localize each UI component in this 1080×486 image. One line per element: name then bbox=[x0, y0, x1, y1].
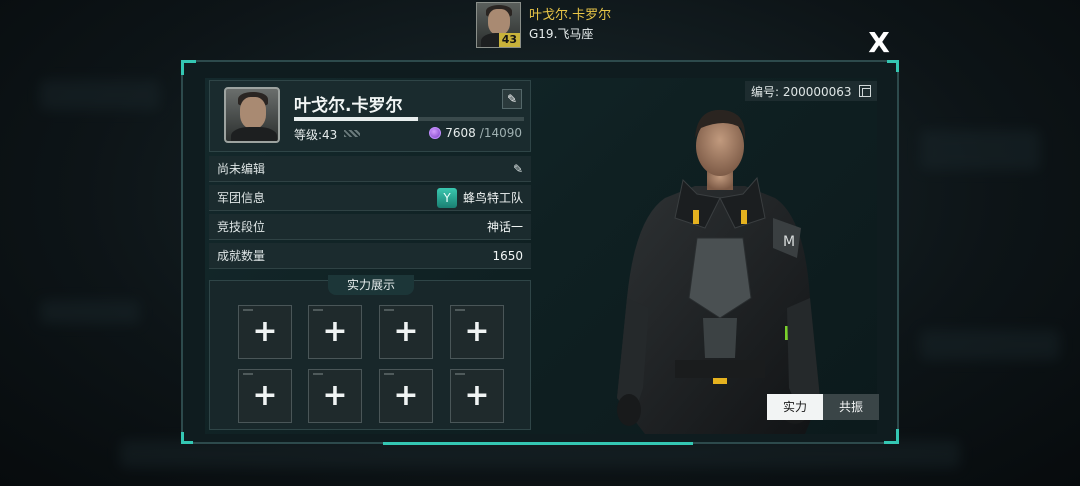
player-name: 叶戈尔.卡罗尔 bbox=[294, 96, 403, 116]
top-player-header[interactable]: 43 叶戈尔.卡罗尔 G19.飞马座 bbox=[476, 2, 611, 48]
level-badge: 43 bbox=[498, 33, 520, 47]
showcase-slot[interactable]: + bbox=[379, 369, 433, 423]
exp-gem-icon bbox=[429, 127, 442, 139]
signature-row[interactable]: 尚未编辑 ✎ bbox=[209, 156, 531, 182]
legion-emblem-icon: Y bbox=[436, 187, 457, 208]
svg-text:M: M bbox=[783, 234, 795, 250]
signature-label: 尚未编辑 bbox=[217, 162, 266, 176]
add-slot-icon: + bbox=[322, 378, 348, 413]
exp-bar bbox=[294, 117, 524, 121]
legion-row[interactable]: 军团信息 Y 蜂鸟特工队 bbox=[209, 185, 531, 211]
exp-current: 7608 bbox=[445, 126, 476, 140]
profile-card: 叶戈尔.卡罗尔 ✎ 等级:43 7608/14090 bbox=[209, 80, 531, 152]
showcase-slot[interactable]: + bbox=[308, 305, 362, 359]
showcase-slot[interactable]: + bbox=[238, 369, 292, 423]
achievement-value: 1650 bbox=[492, 248, 523, 263]
add-slot-icon: + bbox=[252, 314, 278, 349]
exp-text: 7608/14090 bbox=[429, 126, 522, 140]
strength-showcase: 实力展示 + + + + + + + + bbox=[209, 275, 531, 430]
showcase-slot[interactable]: + bbox=[238, 305, 292, 359]
copy-icon[interactable] bbox=[859, 85, 871, 97]
showcase-slot[interactable]: + bbox=[379, 305, 433, 359]
top-player-name: 叶戈尔.卡罗尔 bbox=[529, 8, 612, 23]
add-slot-icon: + bbox=[393, 378, 419, 413]
add-slot-icon: + bbox=[322, 314, 348, 349]
character-tabs: 实力 共振 bbox=[767, 394, 879, 420]
rank-value: 神话一 bbox=[486, 220, 523, 234]
showcase-slot[interactable]: + bbox=[450, 305, 504, 359]
rank-row: 竞技段位 神话一 bbox=[209, 214, 531, 240]
legion-label: 军团信息 bbox=[217, 191, 266, 205]
achievement-label: 成就数量 bbox=[217, 249, 266, 263]
add-slot-icon: + bbox=[464, 314, 490, 349]
level-label: 等级:43 bbox=[294, 128, 338, 142]
achievement-row: 成就数量 1650 bbox=[209, 243, 531, 269]
rank-label: 竞技段位 bbox=[217, 220, 266, 234]
level-stripes-icon bbox=[344, 130, 360, 137]
tab-strength[interactable]: 实力 bbox=[767, 394, 823, 420]
edit-name-button[interactable]: ✎ bbox=[502, 89, 522, 109]
top-avatar[interactable]: 43 bbox=[476, 2, 521, 48]
legion-value: 蜂鸟特工队 bbox=[462, 191, 523, 205]
edit-signature-icon[interactable]: ✎ bbox=[513, 162, 523, 176]
exp-max: /14090 bbox=[479, 126, 522, 140]
character-portrait: M bbox=[617, 109, 820, 434]
showcase-slot[interactable]: + bbox=[308, 369, 362, 423]
profile-panel: 叶戈尔.卡罗尔 ✎ 等级:43 7608/14090 尚未编辑 ✎ 军团信息 Y… bbox=[181, 60, 899, 445]
avatar[interactable] bbox=[224, 87, 280, 143]
tab-resonance[interactable]: 共振 bbox=[823, 394, 879, 420]
showcase-title: 实力展示 bbox=[328, 275, 414, 295]
player-id: 编号: 200000063 bbox=[751, 84, 852, 99]
top-server-name: G19.飞马座 bbox=[529, 27, 594, 41]
close-icon[interactable]: X bbox=[866, 29, 892, 57]
add-slot-icon: + bbox=[464, 378, 490, 413]
add-slot-icon: + bbox=[252, 378, 278, 413]
add-slot-icon: + bbox=[393, 314, 419, 349]
showcase-slot[interactable]: + bbox=[450, 369, 504, 423]
